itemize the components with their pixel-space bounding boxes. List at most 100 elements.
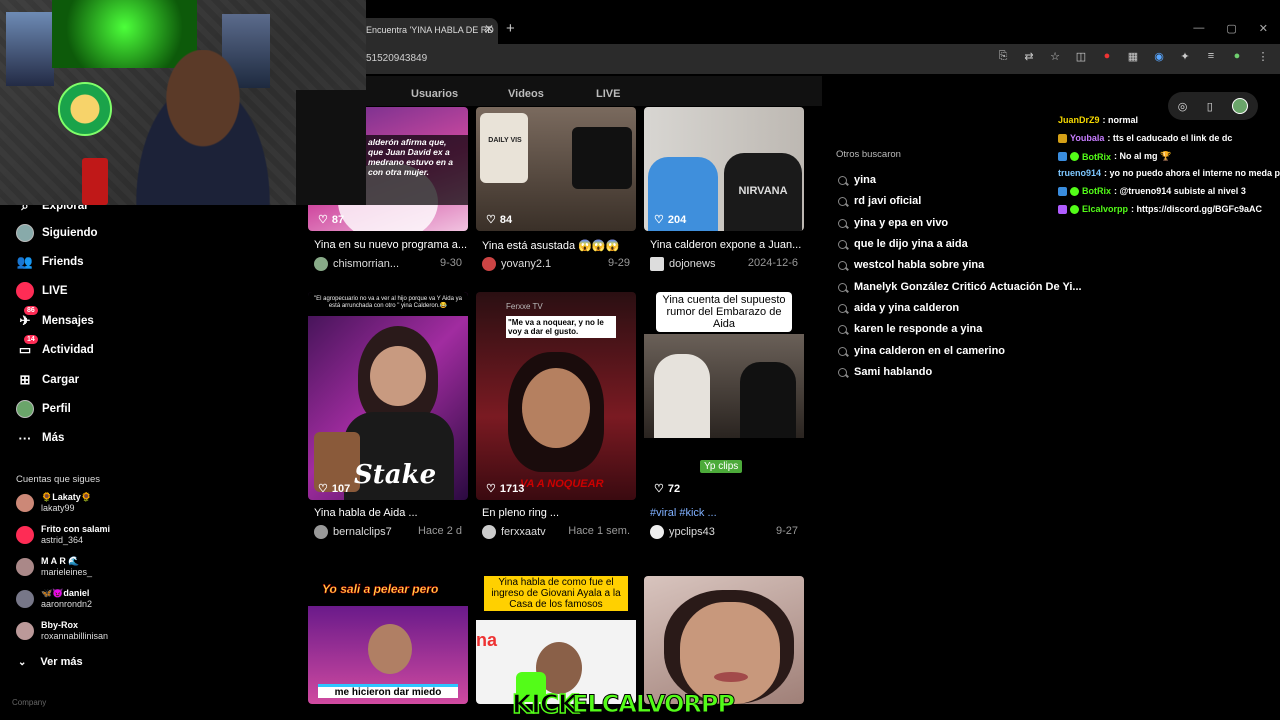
crown-badge-icon <box>1058 133 1067 143</box>
followed-account[interactable]: Bby-Rox roxannabillinisan <box>16 620 108 642</box>
profile-avatar-icon[interactable]: ● <box>1230 50 1244 63</box>
video-card[interactable]: Yina cuenta del supuesto rumor del Embar… <box>644 292 804 542</box>
suggestion-item[interactable]: Manelyk González Criticó Actuación De Yi… <box>838 281 1082 293</box>
minimize-icon[interactable]: — <box>1193 22 1204 35</box>
translate-icon[interactable]: ⇄ <box>1022 50 1036 63</box>
suggestion-item[interactable]: yina calderon en el camerino <box>838 345 1005 357</box>
search-icon <box>838 324 847 334</box>
video-card[interactable]: "El agropecuario no va a ver al hijo por… <box>308 292 468 542</box>
bot-badge-icon <box>1058 152 1067 161</box>
avatar <box>16 526 34 544</box>
search-icon <box>838 175 847 185</box>
followed-account[interactable]: Frito con salami astrid_364 <box>16 524 110 546</box>
video-thumbnail[interactable]: Yina cuenta del supuesto rumor del Embar… <box>644 292 804 500</box>
video-thumbnail[interactable]: Yina habla de como fue el ingreso de Gio… <box>476 576 636 704</box>
audio-icon[interactable]: ◉ <box>1152 50 1166 63</box>
phone-icon[interactable]: ▯ <box>1207 100 1213 113</box>
install-icon[interactable]: ⎘ <box>996 50 1010 63</box>
video-overlay-text: Yo sali a pelear pero <box>322 582 439 596</box>
video-thumbnail[interactable]: Yo sali a pelear pero me hicieron dar mi… <box>308 576 468 704</box>
record-icon[interactable]: ● <box>1100 50 1114 63</box>
nav-item-friends[interactable]: 👥 Friends <box>16 251 84 273</box>
video-author[interactable]: yovany2.1 <box>482 257 551 271</box>
chat-message: trueno914: yo no puedo ahora el interne … <box>1058 168 1280 178</box>
like-count: ♡ 72 <box>654 482 681 496</box>
followed-account[interactable]: 🦋😈daniel aaronrondn2 <box>16 588 92 610</box>
followed-account[interactable]: M A R 🌊 marieleines_ <box>16 556 92 578</box>
search-icon <box>838 260 847 270</box>
nav-item-activity[interactable]: ▭ 14 Actividad <box>16 335 94 361</box>
browser-tab[interactable]: Encuentra 'YINA HABLA DE RD <box>358 18 498 44</box>
extension-icon[interactable]: ◫ <box>1074 50 1088 63</box>
suggestion-item[interactable]: aida y yina calderon <box>838 302 959 314</box>
webcam-poster <box>6 12 54 86</box>
menu-dots-icon[interactable]: ⋮ <box>1256 50 1270 63</box>
compass-icon[interactable]: ◎ <box>1178 100 1188 113</box>
chat-username: trueno914 <box>1058 168 1102 178</box>
video-author[interactable]: bernalclips7 <box>314 525 392 539</box>
close-window-icon[interactable]: ✕ <box>1259 22 1268 35</box>
video-title[interactable]: Yina está asustada 😱😱😱 <box>482 239 619 252</box>
bot-badge-icon <box>1058 186 1067 196</box>
tab-users[interactable]: Usuarios <box>411 88 458 100</box>
video-card[interactable] <box>644 576 804 704</box>
nav-item-messages[interactable]: ✈ 86 Mensajes <box>16 306 94 332</box>
video-title[interactable]: #viral #kick ... <box>650 507 717 519</box>
webcam-logo <box>58 82 112 136</box>
video-author[interactable]: ferxxaatv <box>482 525 546 539</box>
nav-item-following[interactable]: Siguiendo <box>16 222 98 244</box>
video-author[interactable]: dojonews <box>650 257 715 271</box>
tab-close-icon[interactable]: ✕ <box>484 22 494 36</box>
video-author[interactable]: chismorrian... <box>314 257 399 271</box>
nav-label: Mensajes <box>42 315 94 327</box>
see-more-button[interactable]: ⌄ Ver más <box>18 656 83 668</box>
adblock-icon[interactable]: ▦ <box>1126 50 1140 63</box>
bookmark-star-icon[interactable]: ☆ <box>1048 50 1062 63</box>
suggestion-item[interactable]: yina y epa en vivo <box>838 217 948 229</box>
video-title[interactable]: En pleno ring ... <box>482 507 559 519</box>
video-thumbnail[interactable]: "El agropecuario no va a ver al hijo por… <box>308 292 468 500</box>
video-title[interactable]: Yina en su nuevo programa a... <box>314 239 467 251</box>
suggestion-item[interactable]: yina <box>838 174 876 186</box>
video-thumbnail[interactable] <box>644 576 804 704</box>
video-author[interactable]: ypclips43 <box>650 525 715 539</box>
chat-username: BotRix <box>1082 151 1111 162</box>
company-link[interactable]: Company <box>12 698 46 707</box>
puzzle-icon[interactable]: ✦ <box>1178 50 1192 63</box>
suggestion-item[interactable]: Sami hablando <box>838 366 932 378</box>
toolbar-icons: ⎘ ⇄ ☆ ◫ ● ▦ ◉ ✦ ≡ ● ⋮ <box>996 50 1270 63</box>
chat-message: Youbala: tts el caducado el link de dc <box>1058 133 1232 143</box>
video-thumbnail[interactable]: Ferxxe TV "Me va a noquear, y no le voy … <box>476 292 636 500</box>
profile-avatar-icon[interactable] <box>1232 98 1249 114</box>
video-title[interactable]: Yina calderon expone a Juan... <box>650 239 801 251</box>
nav-item-live[interactable]: LIVE <box>16 280 68 302</box>
video-card[interactable]: Yo sali a pelear pero me hicieron dar mi… <box>308 576 468 704</box>
suggestion-item[interactable]: que le dijo yina a aida <box>838 238 968 250</box>
chat-username: Elcalvorpp <box>1082 204 1129 214</box>
video-card[interactable]: Yina habla de como fue el ingreso de Gio… <box>476 576 636 704</box>
avatar <box>650 525 664 539</box>
video-card[interactable]: NIRVANA ♡ 204 Yina calderon expone a Juan… <box>644 107 804 277</box>
new-tab-button[interactable]: + <box>506 20 515 37</box>
nav-item-upload[interactable]: ⊞ Cargar <box>16 369 80 391</box>
suggestion-item[interactable]: karen le responde a yina <box>838 323 982 335</box>
heart-icon: ♡ <box>486 214 496 226</box>
video-card[interactable]: DAILY VIS ♡ 84 Yina está asustada 😱😱😱 yov… <box>476 107 636 277</box>
video-card[interactable]: Ferxxe TV "Me va a noquear, y no le voy … <box>476 292 636 542</box>
video-date: Hace 2 d <box>417 525 462 537</box>
suggestion-item[interactable]: rd javi oficial <box>838 195 921 207</box>
nav-item-profile[interactable]: Perfil <box>16 398 71 420</box>
video-title[interactable]: Yina habla de Aida ... <box>314 507 418 519</box>
floating-action-bar: ◎ ▯ <box>1168 92 1258 120</box>
video-date: 9-29 <box>607 257 630 269</box>
reading-list-icon[interactable]: ≡ <box>1204 50 1218 63</box>
address-bar[interactable]: 51520943849 <box>366 53 427 64</box>
maximize-icon[interactable]: ▢ <box>1226 22 1236 35</box>
followed-account[interactable]: 🌻Lakaty🌻 lakaty99 <box>16 492 92 514</box>
suggestion-item[interactable]: westcol habla sobre yina <box>838 259 984 271</box>
chat-username: Youbala <box>1070 133 1105 143</box>
account-name: M A R 🌊 <box>41 556 80 566</box>
tab-videos[interactable]: Videos <box>508 88 544 100</box>
nav-item-more[interactable]: ··· Más <box>16 427 65 449</box>
tab-live[interactable]: LIVE <box>596 88 620 100</box>
